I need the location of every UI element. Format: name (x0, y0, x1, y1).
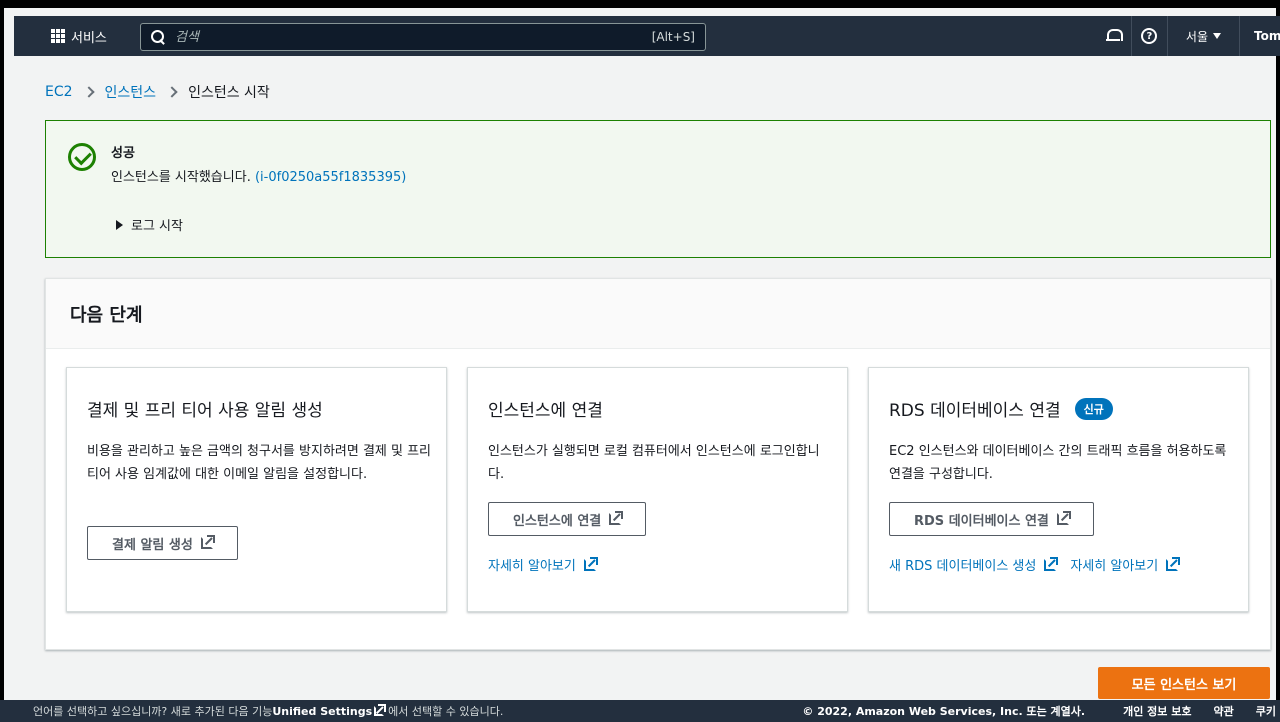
breadcrumb-ec2[interactable]: EC2 (45, 84, 73, 100)
rds-links: 새 RDS 데이터베이스 생성 자세히 알아보기 (889, 555, 1181, 574)
connect-rds-button[interactable]: RDS 데이터베이스 연결 (889, 502, 1094, 536)
next-steps-panel: 다음 단계 결제 및 프리 티어 사용 알림 생성 비용을 관리하고 높은 금액… (45, 278, 1271, 650)
breadcrumb: EC2 인스턴스 인스턴스 시작 (45, 82, 270, 102)
services-label: 서비스 (71, 30, 107, 46)
billing-alert-card: 결제 및 프리 티어 사용 알림 생성 비용을 관리하고 높은 금액의 청구서를… (66, 367, 447, 612)
card-title: 결제 및 프리 티어 사용 알림 생성 (87, 401, 323, 421)
cookies-link[interactable]: 쿠키 (1256, 703, 1276, 719)
new-badge: 신규 (1074, 397, 1113, 420)
services-menu-button[interactable]: 서비스 (51, 16, 107, 56)
external-link-icon (1044, 556, 1059, 571)
flash-message-text: 인스턴스를 시작했습니다. (111, 170, 255, 185)
user-menu[interactable]: Tom (1240, 29, 1280, 43)
link-label: 새 RDS 데이터베이스 생성 (889, 559, 1037, 574)
breadcrumb-current: 인스턴스 시작 (188, 85, 270, 101)
button-label: 결제 알림 생성 (112, 537, 193, 553)
top-navigation: 서비스 [Alt+S] ? 서울 Tom (14, 16, 1280, 56)
launch-log-toggle[interactable]: 로그 시작 (116, 215, 183, 234)
chevron-right-icon (166, 86, 178, 98)
footer-notice-suffix: 에서 선택할 수 있습니다. (388, 705, 504, 718)
help-icon: ? (1141, 28, 1158, 44)
search-bar[interactable]: [Alt+S] (140, 23, 706, 51)
copyright: © 2022, Amazon Web Services, Inc. 또는 계열사… (802, 705, 1086, 718)
flash-title: 성공 (111, 146, 135, 161)
button-label: RDS 데이터베이스 연결 (914, 513, 1049, 529)
button-label: 인스턴스에 연결 (513, 513, 602, 529)
footer: 언어를 선택하고 싶으십니까? 새로 추가된 다음 기능 Unified Set… (0, 700, 1280, 722)
success-flash: 성공 인스턴스를 시작했습니다. (i-0f0250a55f1835395) 로… (45, 120, 1271, 258)
help-button[interactable]: ? (1132, 16, 1168, 56)
external-link-icon (1056, 511, 1071, 525)
next-steps-title: 다음 단계 (70, 304, 143, 326)
card-title-text: RDS 데이터베이스 연결 (889, 401, 1061, 421)
bell-icon (1106, 29, 1124, 43)
success-check-icon (68, 143, 96, 171)
card-title: 인스턴스에 연결 (488, 401, 603, 421)
link-label: 자세히 알아보기 (488, 559, 576, 574)
terms-link[interactable]: 약관 (1214, 703, 1234, 719)
connect-instance-card: 인스턴스에 연결 인스턴스가 실행되면 로컬 컴퓨터에서 인스턴스에 로그인합니… (467, 367, 848, 612)
breadcrumb-instances[interactable]: 인스턴스 (105, 82, 157, 102)
privacy-link[interactable]: 개인 정보 보호 (1123, 703, 1191, 719)
search-icon (151, 30, 165, 44)
launch-log-label: 로그 시작 (131, 219, 183, 234)
external-link-icon (609, 511, 624, 525)
unified-settings-link[interactable]: Unified Settings (272, 705, 372, 718)
region-label: 서울 (1185, 29, 1208, 44)
region-selector[interactable]: 서울 (1168, 16, 1240, 56)
learn-more-link[interactable]: 자세히 알아보기 (488, 555, 598, 574)
card-title: RDS 데이터베이스 연결 신규 (889, 396, 1113, 421)
caret-down-icon (1213, 33, 1221, 39)
footer-right: © 2022, Amazon Web Services, Inc. 또는 계열사… (780, 703, 1280, 719)
footer-notice-prefix: 언어를 선택하고 싶으십니까? 새로 추가된 다음 기능 (33, 705, 273, 718)
chevron-right-icon (82, 86, 95, 98)
flash-message: 인스턴스를 시작했습니다. (i-0f0250a55f1835395) (111, 166, 406, 185)
external-link-icon (583, 556, 598, 571)
create-billing-alert-button[interactable]: 결제 알림 생성 (87, 526, 238, 560)
nav-right: ? 서울 Tom (1096, 16, 1280, 56)
console-frame: 서비스 [Alt+S] ? 서울 Tom EC2 인스턴스 인스턴스 시작 (0, 0, 1280, 722)
card-description: EC2 인스턴스와 데이터베이스 간의 트래픽 흐름을 허용하도록 연결을 구성… (889, 444, 1227, 482)
external-link-icon (374, 704, 387, 716)
external-link-icon (1166, 556, 1181, 571)
caret-right-icon (116, 219, 123, 230)
search-shortcut: [Alt+S] (651, 30, 695, 44)
instance-id-link[interactable]: (i-0f0250a55f1835395) (255, 170, 406, 185)
link-label: 자세히 알아보기 (1070, 559, 1159, 574)
notifications-button[interactable] (1096, 16, 1132, 56)
external-link-icon (200, 535, 215, 549)
view-all-instances-button[interactable]: 모든 인스턴스 보기 (1098, 667, 1270, 699)
next-steps-header: 다음 단계 (46, 279, 1270, 349)
create-rds-link[interactable]: 새 RDS 데이터베이스 생성 (889, 555, 1059, 574)
rds-connect-card: RDS 데이터베이스 연결 신규 EC2 인스턴스와 데이터베이스 간의 트래픽… (868, 367, 1249, 612)
search-input[interactable] (175, 29, 652, 45)
grid-icon (51, 29, 65, 43)
footer-notice: 언어를 선택하고 싶으십니까? 새로 추가된 다음 기능 Unified Set… (33, 703, 503, 719)
card-description: 비용을 관리하고 높은 금액의 청구서를 방지하려면 결제 및 프리 티어 사용… (87, 444, 432, 482)
card-description: 인스턴스가 실행되면 로컬 컴퓨터에서 인스턴스에 로그인합니다. (488, 444, 820, 482)
connect-instance-button[interactable]: 인스턴스에 연결 (488, 502, 647, 536)
rds-learn-more-link[interactable]: 자세히 알아보기 (1070, 555, 1181, 574)
